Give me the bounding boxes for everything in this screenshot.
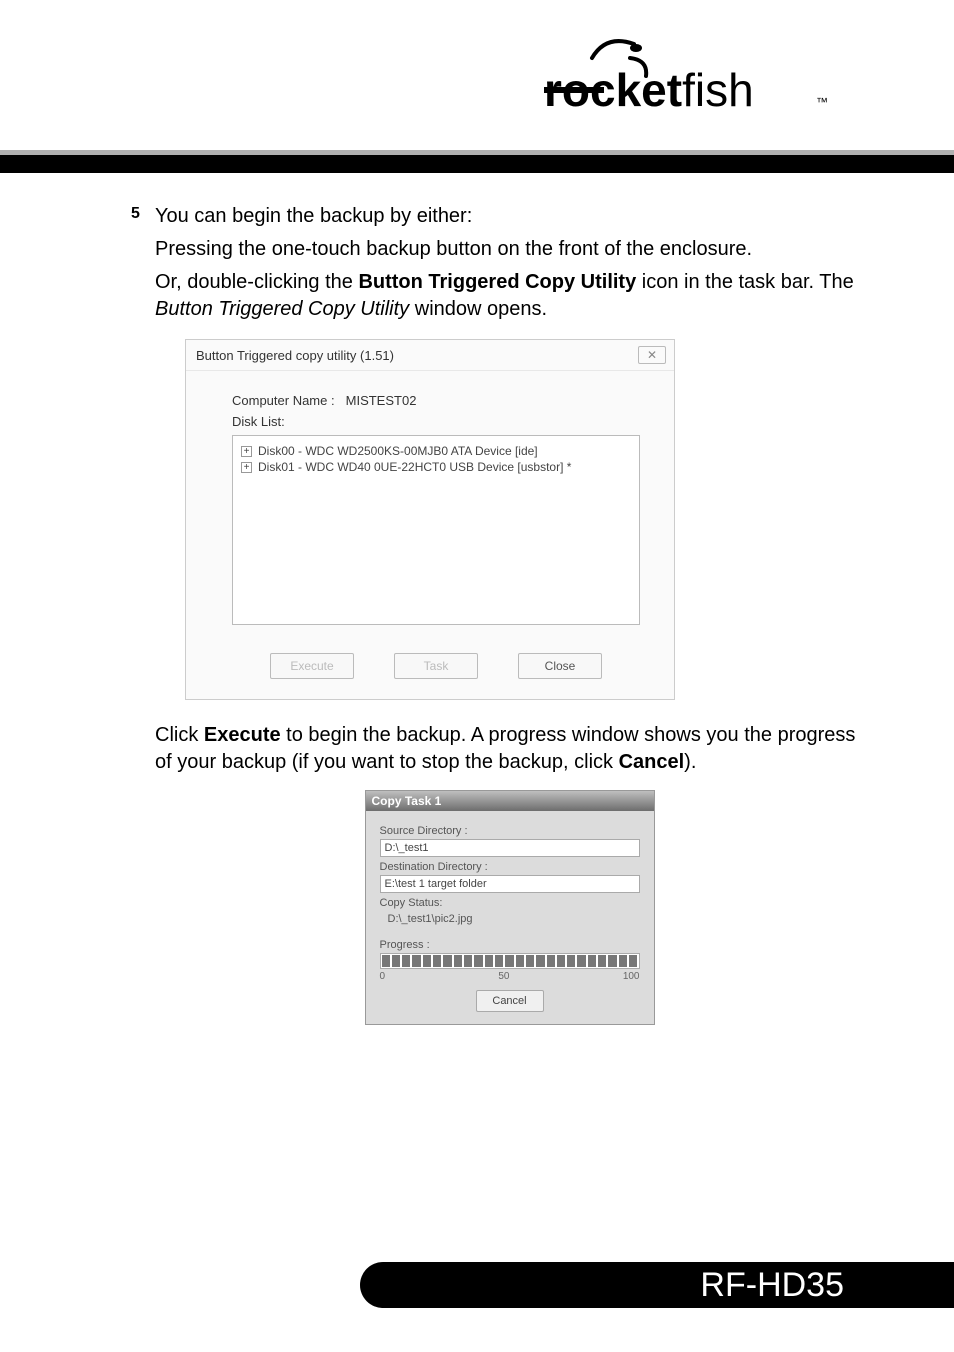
tree-node-disk01[interactable]: + Disk01 - WDC WD40 0UE-22HCT0 USB Device…	[241, 460, 631, 474]
computer-name-value: MISTEST02	[346, 393, 417, 408]
disk-list-tree[interactable]: + Disk00 - WDC WD2500KS-00MJB0 ATA Device…	[232, 435, 640, 625]
cancel-bold: Cancel	[619, 751, 685, 773]
close-button[interactable]: Close	[518, 653, 602, 679]
disk-list-label: Disk List:	[232, 414, 640, 429]
page-content: 5 You can begin the backup by either: Pr…	[0, 173, 954, 1025]
progress-label: Progress :	[380, 939, 640, 951]
page-number: 17	[858, 1262, 896, 1308]
cancel-button[interactable]: Cancel	[476, 990, 544, 1012]
titlebar: Button Triggered copy utility (1.51) ✕	[186, 340, 674, 371]
text: window opens.	[409, 298, 547, 320]
close-icon[interactable]: ✕	[638, 346, 666, 364]
expand-icon[interactable]: +	[241, 462, 252, 473]
header-divider-black	[0, 155, 954, 173]
button-row: Execute Task Close	[232, 653, 640, 679]
scale-50: 50	[498, 971, 509, 982]
task-button[interactable]: Task	[394, 653, 478, 679]
dest-dir-label: Destination Directory :	[380, 861, 640, 873]
computer-name-label: Computer Name :	[232, 393, 342, 408]
step-line-2: Pressing the one-touch backup button on …	[155, 236, 864, 263]
titlebar: Copy Task 1	[366, 791, 654, 811]
tree-node-label: Disk01 - WDC WD40 0UE-22HCT0 USB Device …	[258, 460, 571, 474]
svg-text:™: ™	[816, 95, 828, 109]
copy-status-value: D:\_test1\pic2.jpg	[388, 913, 640, 925]
window-title: Button Triggered copy utility (1.51)	[196, 348, 394, 363]
ui-name-bold: Button Triggered Copy Utility	[358, 271, 636, 293]
text: ).	[684, 751, 696, 773]
footer-text: RF-HD35	[700, 1262, 844, 1308]
scale-100: 100	[623, 971, 640, 982]
page-footer: RF-HD35 17	[0, 1262, 954, 1308]
scale-0: 0	[380, 971, 386, 982]
step-line-1: You can begin the backup by either:	[155, 203, 864, 230]
brand-logo: rocketfish ™	[544, 28, 844, 116]
source-dir-field[interactable]: D:\_test1	[380, 839, 640, 857]
text: Or, double-clicking the	[155, 271, 358, 293]
progress-scale: 0 50 100	[380, 971, 640, 982]
copy-status-label: Copy Status:	[380, 897, 640, 909]
step-line-3: Or, double-clicking the Button Triggered…	[155, 269, 864, 323]
text: icon in the task bar. The	[636, 271, 854, 293]
svg-text:rocketfish: rocketfish	[544, 64, 754, 116]
text: Click	[155, 724, 204, 746]
step-number: 5	[131, 205, 140, 223]
ui-name-italic: Button Triggered Copy Utility	[155, 298, 409, 320]
post-window-paragraph: Click Execute to begin the backup. A pro…	[155, 722, 864, 776]
dest-dir-field[interactable]: E:\test 1 target folder	[380, 875, 640, 893]
window-copy-utility: Button Triggered copy utility (1.51) ✕ C…	[185, 339, 675, 700]
tree-node-label: Disk00 - WDC WD2500KS-00MJB0 ATA Device …	[258, 444, 538, 458]
step-5: 5 You can begin the backup by either: Pr…	[155, 203, 864, 323]
page-header: rocketfish ™	[0, 0, 954, 150]
execute-button[interactable]: Execute	[270, 653, 354, 679]
tree-node-disk00[interactable]: + Disk00 - WDC WD2500KS-00MJB0 ATA Device…	[241, 444, 631, 458]
expand-icon[interactable]: +	[241, 446, 252, 457]
execute-bold: Execute	[204, 724, 281, 746]
source-dir-label: Source Directory :	[380, 825, 640, 837]
model-number: RF-HD35	[700, 1266, 844, 1305]
window-copy-task: Copy Task 1 Source Directory : D:\_test1…	[365, 790, 655, 1025]
progress-bar	[380, 953, 640, 969]
computer-name-row: Computer Name : MISTEST02	[232, 393, 640, 408]
